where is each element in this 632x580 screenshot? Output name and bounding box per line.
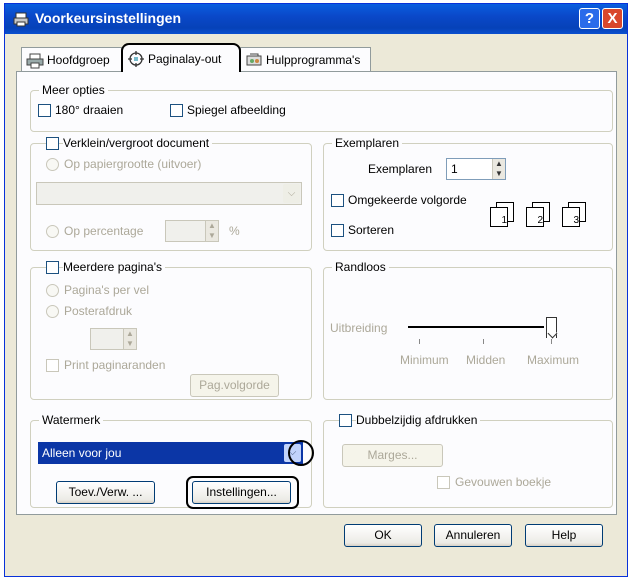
rotate-label: 180° draaien xyxy=(55,103,124,117)
tab-hoofdgroep[interactable]: Hoofdgroep xyxy=(21,47,122,71)
multipage-group: Meerdere pagina's Pagina's per vel Poste… xyxy=(30,260,312,400)
percentage-radio[interactable] xyxy=(46,225,59,238)
tab-label: Hulpprogramma's xyxy=(266,52,361,67)
pages-spinner[interactable]: ▲ ▼ xyxy=(90,328,137,350)
group-caption: Meer opties xyxy=(39,83,108,97)
group-caption: Watermerk xyxy=(39,413,104,427)
per-sheet-label: Pagina's per vel xyxy=(64,283,150,297)
utility-icon xyxy=(246,53,262,65)
percentage-label: Op percentage xyxy=(64,224,144,238)
collate-page-icon: 1 xyxy=(490,202,516,227)
poster-radio[interactable] xyxy=(46,305,59,318)
group-caption: Exemplaren xyxy=(332,136,403,150)
window-title: Voorkeursinstellingen xyxy=(35,10,181,26)
rotate-checkbox[interactable] xyxy=(38,104,51,117)
print-borders-label: Print paginaranden xyxy=(64,358,166,372)
margins-button[interactable]: Marges... xyxy=(342,444,443,467)
spinner-arrows-icon[interactable]: ▲ ▼ xyxy=(123,329,136,349)
ok-button[interactable]: OK xyxy=(344,524,422,547)
help-title-button[interactable]: ? xyxy=(579,8,600,29)
mirror-checkbox[interactable] xyxy=(170,104,183,117)
tab-label: Hoofdgroep xyxy=(47,52,110,67)
duplex-checkbox[interactable] xyxy=(339,414,352,427)
multipage-label: Meerdere pagina's xyxy=(63,260,166,274)
collate-checkbox[interactable] xyxy=(331,224,344,237)
copies-label: Exemplaren xyxy=(368,162,433,176)
booklet-checkbox[interactable] xyxy=(437,476,450,489)
cancel-button[interactable]: Annuleren xyxy=(434,524,512,547)
reverse-order-checkbox[interactable] xyxy=(331,194,344,207)
meer-opties-group: Meer opties 180° draaien Spiegel afbeeld… xyxy=(30,83,613,132)
percentage-spinner[interactable]: ▲ ▼ xyxy=(165,220,219,242)
expansion-label: Uitbreiding xyxy=(330,321,388,335)
reverse-order-label: Omgekeerde volgorde xyxy=(348,193,467,207)
tab-label: Paginalay-out xyxy=(148,51,222,66)
paper-size-combo[interactable]: ⌵ xyxy=(36,182,302,205)
borderless-group: Randloos Uitbreiding Minimum Midden Maxi… xyxy=(323,260,613,400)
spinner-arrows-icon[interactable]: ▲ ▼ xyxy=(205,221,218,241)
add-remove-button[interactable]: Toev./Verw. ... xyxy=(56,481,155,504)
multipage-checkbox[interactable] xyxy=(46,261,59,274)
collate-label: Sorteren xyxy=(348,223,395,237)
percent-sign: % xyxy=(229,224,240,238)
spinner-arrows-icon[interactable]: ▲ ▼ xyxy=(492,159,505,179)
slider-tick xyxy=(419,339,420,344)
tick-midden: Midden xyxy=(466,353,506,367)
printer-icon xyxy=(13,12,29,27)
title-bar[interactable]: Voorkeursinstellingen ? X xyxy=(5,4,627,34)
paper-size-radio[interactable] xyxy=(46,158,59,171)
watermark-value: Alleen voor jou xyxy=(42,446,122,460)
watermark-combo[interactable]: Alleen voor jou ⌵ xyxy=(38,442,303,464)
tick-minimum: Minimum xyxy=(400,353,449,367)
watermark-group: Watermerk Alleen voor jou ⌵ Toev./Verw. … xyxy=(30,413,314,509)
copies-spinner[interactable]: 1 ▲ ▼ xyxy=(446,158,506,180)
poster-label: Posterafdruk xyxy=(64,304,133,318)
duplex-group: Dubbelzijdig afdrukken Marges... Gevouwe… xyxy=(323,413,613,508)
scale-checkbox[interactable] xyxy=(46,137,59,150)
dropdown-highlight-circle xyxy=(288,440,314,466)
printer-icon xyxy=(26,53,44,68)
copies-value: 1 xyxy=(451,162,458,176)
close-button[interactable]: X xyxy=(602,8,623,29)
scale-group: Verklein/vergroot document Op papiergroo… xyxy=(30,136,312,251)
expansion-slider-track[interactable] xyxy=(408,326,544,328)
tab-hulpprogrammas[interactable]: Hulpprogramma's xyxy=(240,47,371,71)
tab-panel: Meer opties 180° draaien Spiegel afbeeld… xyxy=(16,71,617,515)
paper-size-label: Op papiergrootte (uitvoer) xyxy=(64,157,202,171)
per-sheet-radio[interactable] xyxy=(46,284,59,297)
booklet-label: Gevouwen boekje xyxy=(455,475,552,489)
copies-group: Exemplaren Exemplaren 1 ▲ ▼ Omgekeerde vo… xyxy=(323,136,613,251)
print-borders-checkbox[interactable] xyxy=(46,359,59,372)
page-order-button[interactable]: Pag.volgorde xyxy=(190,374,279,397)
chevron-down-icon[interactable]: ⌵ xyxy=(283,184,300,203)
mirror-label: Spiegel afbeelding xyxy=(187,103,286,117)
tab-paginalay-out[interactable]: Paginalay-out xyxy=(121,43,241,72)
group-caption: Randloos xyxy=(332,260,389,274)
page-layout-icon xyxy=(128,50,144,67)
help-button[interactable]: Help xyxy=(525,524,603,547)
slider-tick xyxy=(551,339,552,344)
duplex-label: Dubbelzijdig afdrukken xyxy=(356,413,481,427)
settings-highlight-frame xyxy=(186,476,299,509)
collate-page-icon: 2 xyxy=(526,202,552,227)
slider-tick xyxy=(483,339,484,344)
scale-label: Verklein/vergroot document xyxy=(63,136,213,150)
tick-maximum: Maximum xyxy=(527,353,580,367)
collate-page-icon: 3 xyxy=(562,202,588,227)
